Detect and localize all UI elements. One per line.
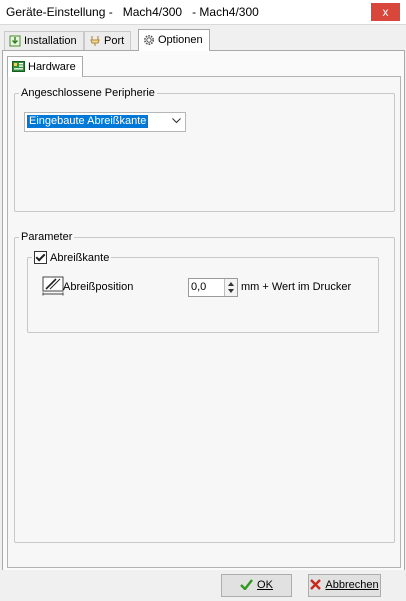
parameters-legend: Parameter [21, 231, 73, 243]
button-bar: OK Abbrechen [0, 570, 406, 601]
cancel-label: Abbrechen [325, 579, 379, 591]
peripherals-legend: Angeschlossene Peripherie [21, 87, 155, 99]
tab-label: Port [104, 35, 125, 47]
tab-label: Installation [24, 35, 77, 47]
tear-edge-group: Abreißkante Abreißposition 0,0 mm + Wert… [27, 251, 379, 333]
port-icon [90, 36, 100, 46]
tab-installation[interactable]: Installation [4, 31, 84, 50]
cancel-button[interactable]: Abbrechen [308, 574, 381, 597]
ok-label: OK [257, 579, 273, 591]
tear-unit-label: mm + Wert im Drucker [241, 281, 352, 293]
parameters-group: Parameter Abreißkante Abreißposition 0,0… [14, 231, 395, 543]
stepper-buttons[interactable] [224, 279, 237, 296]
title-bar: Geräte-Einstellung - Mach4/300 - Mach4/3… [0, 0, 406, 24]
tear-position-value: 0,0 [191, 281, 207, 293]
ok-button[interactable]: OK [221, 574, 292, 597]
checkmark-icon [240, 579, 253, 590]
tear-edge-legend: Abreißkante [32, 251, 111, 264]
stepper-up-icon[interactable] [228, 282, 234, 286]
tear-edge-label: Abreißkante [50, 251, 110, 264]
tab-label: Optionen [158, 34, 203, 46]
stepper-down-icon[interactable] [228, 289, 234, 293]
peripheral-select-value: Eingebaute Abreißkante [27, 115, 149, 128]
close-button[interactable]: x [371, 3, 400, 21]
tab-optionen[interactable]: Optionen [138, 29, 210, 51]
tear-position-stepper[interactable]: 0,0 [188, 278, 238, 297]
dialog-body: Installation Port Optionen Hardware Ange… [0, 24, 406, 601]
tear-edge-checkbox[interactable] [34, 251, 47, 264]
tab-label: Hardware [28, 61, 76, 73]
installation-icon [9, 35, 21, 47]
options-panel: Hardware Angeschlossene Peripherie Einge… [2, 50, 405, 572]
tab-port[interactable]: Port [84, 31, 132, 50]
tab-hardware[interactable]: Hardware [7, 56, 83, 77]
hardware-icon [12, 61, 25, 72]
gear-icon [144, 35, 154, 45]
close-icon: x [382, 5, 389, 19]
window-title: Geräte-Einstellung - Mach4/300 - Mach4/3… [6, 5, 259, 19]
peripherals-group: Angeschlossene Peripherie Eingebaute Abr… [14, 87, 395, 212]
peripheral-select[interactable]: Eingebaute Abreißkante [24, 112, 186, 132]
cross-icon [310, 579, 322, 590]
chevron-down-icon [172, 114, 181, 130]
tear-edge-icon [42, 276, 64, 296]
hardware-panel: Angeschlossene Peripherie Eingebaute Abr… [7, 76, 401, 568]
tear-position-label: Abreißposition [63, 281, 134, 293]
